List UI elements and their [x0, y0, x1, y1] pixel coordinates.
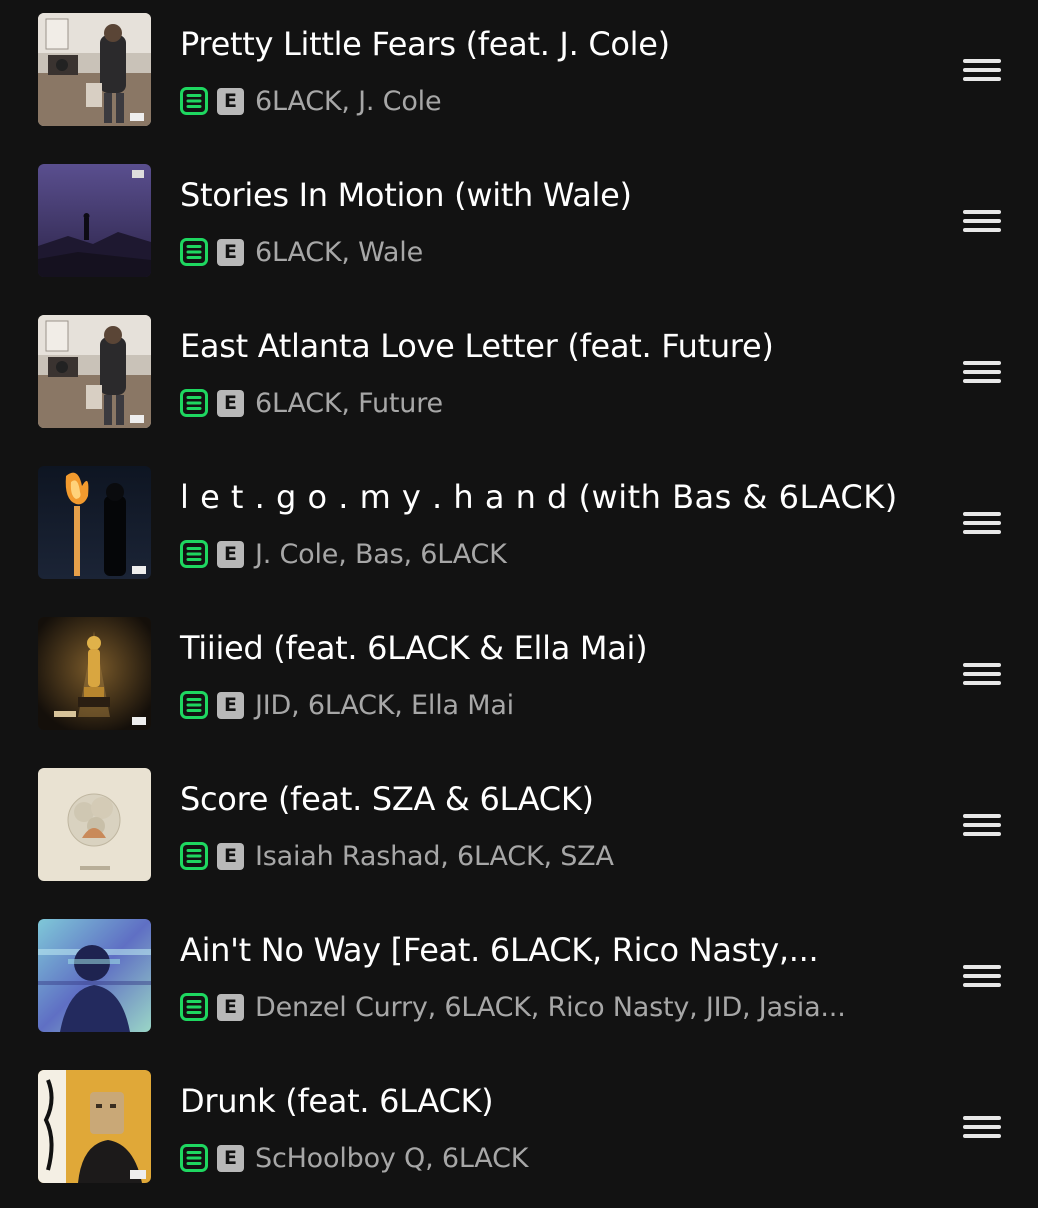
album-art [38, 617, 151, 730]
track-meta: E Denzel Curry, 6LACK, Rico Nasty, JID, … [180, 990, 846, 1024]
track-artists: 6LACK, Future [255, 387, 443, 419]
track-title: Drunk (feat. 6LACK) [180, 1082, 494, 1120]
album-art [38, 768, 151, 881]
track-meta: E J. Cole, Bas, 6LACK [180, 537, 507, 571]
track-row[interactable]: Ain't No Way [Feat. 6LACK, Rico Nasty,..… [0, 906, 1038, 1057]
track-artists: ScHoolboy Q, 6LACK [255, 1142, 529, 1174]
explicit-badge: E [217, 540, 244, 568]
track-list: Pretty Little Fears (feat. J. Cole) E 6L… [0, 0, 1038, 1200]
downloaded-icon [180, 87, 208, 115]
drag-handle-icon[interactable] [963, 965, 1001, 987]
track-row[interactable]: Drunk (feat. 6LACK) E ScHoolboy Q, 6LACK [0, 1057, 1038, 1208]
album-art [38, 13, 151, 126]
drag-handle-icon[interactable] [963, 663, 1001, 685]
track-title: East Atlanta Love Letter (feat. Future) [180, 327, 774, 365]
downloaded-icon [180, 993, 208, 1021]
downloaded-icon [180, 540, 208, 568]
track-meta: E Isaiah Rashad, 6LACK, SZA [180, 839, 614, 873]
explicit-badge: E [217, 389, 244, 417]
track-title: Ain't No Way [Feat. 6LACK, Rico Nasty,..… [180, 931, 819, 969]
drag-handle-icon[interactable] [963, 814, 1001, 836]
track-artists: Denzel Curry, 6LACK, Rico Nasty, JID, Ja… [255, 991, 846, 1023]
downloaded-icon [180, 842, 208, 870]
drag-handle-icon[interactable] [963, 1116, 1001, 1138]
track-artists: 6LACK, J. Cole [255, 85, 442, 117]
track-title: Pretty Little Fears (feat. J. Cole) [180, 25, 670, 63]
track-meta: E 6LACK, J. Cole [180, 84, 442, 118]
album-art [38, 919, 151, 1032]
track-row[interactable]: Score (feat. SZA & 6LACK) E Isaiah Rasha… [0, 755, 1038, 906]
drag-handle-icon[interactable] [963, 512, 1001, 534]
track-artists: J. Cole, Bas, 6LACK [255, 538, 507, 570]
track-title: Score (feat. SZA & 6LACK) [180, 780, 594, 818]
drag-handle-icon[interactable] [963, 59, 1001, 81]
track-row[interactable]: l e t . g o . m y . h a n d (with Bas & … [0, 453, 1038, 604]
track-meta: E 6LACK, Wale [180, 235, 423, 269]
track-row[interactable]: Stories In Motion (with Wale) E 6LACK, W… [0, 151, 1038, 302]
explicit-badge: E [217, 87, 244, 115]
track-artists: 6LACK, Wale [255, 236, 423, 268]
album-art [38, 1070, 151, 1183]
track-meta: E ScHoolboy Q, 6LACK [180, 1141, 528, 1175]
explicit-badge: E [217, 993, 244, 1021]
explicit-badge: E [217, 238, 244, 266]
drag-handle-icon[interactable] [963, 361, 1001, 383]
track-meta: E 6LACK, Future [180, 386, 443, 420]
track-meta: E JID, 6LACK, Ella Mai [180, 688, 514, 722]
track-title: Stories In Motion (with Wale) [180, 176, 632, 214]
downloaded-icon [180, 238, 208, 266]
album-art [38, 164, 151, 277]
downloaded-icon [180, 1144, 208, 1172]
track-artists: JID, 6LACK, Ella Mai [255, 689, 514, 721]
track-title: l e t . g o . m y . h a n d (with Bas & … [180, 478, 898, 516]
track-artists: Isaiah Rashad, 6LACK, SZA [255, 840, 614, 872]
explicit-badge: E [217, 842, 244, 870]
drag-handle-icon[interactable] [963, 210, 1001, 232]
track-row[interactable]: East Atlanta Love Letter (feat. Future) … [0, 302, 1038, 453]
track-title: Tiiied (feat. 6LACK & Ella Mai) [180, 629, 648, 667]
track-row[interactable]: Pretty Little Fears (feat. J. Cole) E 6L… [0, 0, 1038, 151]
downloaded-icon [180, 691, 208, 719]
explicit-badge: E [217, 691, 244, 719]
album-art [38, 315, 151, 428]
album-art [38, 466, 151, 579]
downloaded-icon [180, 389, 208, 417]
track-row[interactable]: Tiiied (feat. 6LACK & Ella Mai) E JID, 6… [0, 604, 1038, 755]
explicit-badge: E [217, 1144, 244, 1172]
